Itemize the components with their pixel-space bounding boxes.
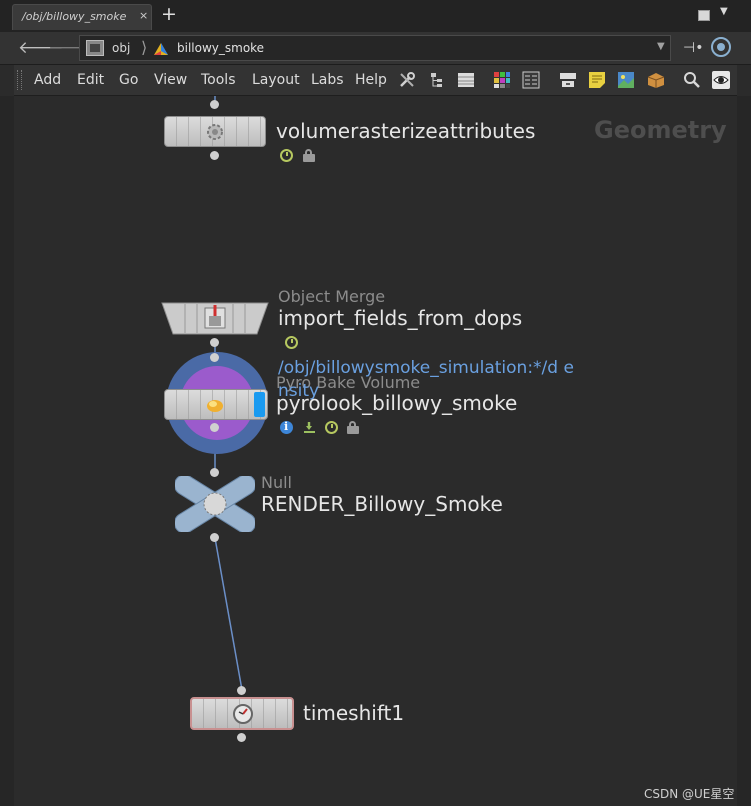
watermark: CSDN @UE星空 (644, 787, 735, 801)
table-icon[interactable] (522, 71, 540, 89)
pin-icon[interactable]: ⊣• (683, 40, 703, 56)
box-icon[interactable] (647, 71, 665, 89)
chevron-down-icon[interactable]: ▼ (720, 6, 728, 17)
node-label-pyrolook-billowy-smoke: pyrolook_billowy_smoke (276, 391, 518, 415)
link-target-icon[interactable] (711, 37, 731, 57)
clock-icon (325, 421, 338, 434)
menu-edit[interactable]: Edit (77, 72, 104, 88)
node-type-object-merge: Object Merge (278, 287, 386, 306)
menu-bar: Add Edit Go View Tools Layout Labs Help (14, 65, 737, 96)
menu-tools[interactable]: Tools (201, 72, 236, 88)
output-connector[interactable] (210, 151, 219, 160)
node-pyrolook-billowy-smoke[interactable] (164, 389, 268, 420)
node-label-volumerasterizeattributes: volumerasterizeattributes (276, 119, 536, 143)
tree-icon[interactable] (428, 71, 446, 89)
node-type-null: Null (261, 473, 292, 492)
clock-dial-icon (233, 704, 253, 724)
chevron-down-icon[interactable]: ▼ (657, 41, 665, 52)
obj-network-icon (86, 40, 104, 56)
breadcrumb-billowy-smoke[interactable]: billowy_smoke (177, 41, 264, 55)
color-grid-icon[interactable] (493, 71, 511, 89)
image-icon[interactable] (617, 71, 635, 89)
wrench-icon[interactable] (398, 71, 416, 89)
bake-icon (303, 421, 316, 434)
clock-icon (285, 336, 298, 349)
tab-label: /obj/billowy_smoke (22, 10, 127, 23)
input-connector[interactable] (237, 686, 246, 695)
magnify-icon[interactable] (683, 71, 701, 89)
node-label-render-billowy-smoke: RENDER_Billowy_Smoke (261, 492, 503, 516)
sticky-note-icon[interactable] (588, 71, 606, 89)
menu-layout[interactable]: Layout (252, 72, 300, 88)
network-path-field[interactable]: obj ⟩ billowy_smoke ▼ (79, 35, 671, 61)
gear-icon (207, 124, 223, 140)
breadcrumb-obj[interactable]: obj (112, 41, 130, 55)
toolbar-grip[interactable] (17, 70, 22, 90)
left-panel-edge (0, 96, 14, 806)
menu-labs[interactable]: Labs (311, 72, 344, 88)
node-import-fields-from-dops[interactable] (161, 302, 269, 335)
add-tab-icon[interactable]: + (161, 3, 177, 25)
node-timeshift1[interactable] (190, 697, 294, 730)
fire-icon (207, 400, 223, 412)
info-icon[interactable] (280, 420, 293, 434)
node-volumerasterizeattributes[interactable] (164, 116, 266, 147)
output-connector[interactable] (210, 533, 219, 542)
node-render-billowy-smoke[interactable] (175, 476, 255, 532)
output-connector[interactable] (210, 423, 219, 432)
window-icon[interactable] (698, 10, 710, 21)
list-icon[interactable] (457, 71, 475, 89)
lock-icon (347, 421, 360, 434)
clock-icon (280, 149, 293, 162)
network-icon[interactable] (559, 71, 577, 89)
geometry-object-icon (154, 43, 168, 55)
output-connector[interactable] (237, 733, 246, 742)
input-connector[interactable] (210, 353, 219, 362)
menu-go[interactable]: Go (119, 72, 138, 88)
input-connector[interactable] (210, 100, 219, 109)
path-bar: 🡐 🡒 obj ⟩ billowy_smoke ▼ ⊣• (0, 32, 751, 65)
output-connector[interactable] (210, 338, 219, 347)
menu-add[interactable]: Add (34, 72, 61, 88)
network-editor[interactable]: Geometry volumerasterizeattributes Objec… (14, 96, 737, 806)
lock-icon (303, 149, 316, 162)
display-flag[interactable] (254, 392, 265, 417)
tab-obj-billowy-smoke[interactable]: /obj/billowy_smoke × (12, 4, 152, 30)
wires (214, 96, 243, 691)
eye-icon[interactable] (712, 71, 730, 89)
node-label-timeshift1: timeshift1 (303, 701, 405, 725)
node-label-import-fields-from-dops: import_fields_from_dops (278, 306, 523, 330)
wire-null-to-timeshift (214, 537, 243, 691)
breadcrumb-separator-icon: ⟩ (141, 38, 148, 57)
close-icon[interactable]: × (139, 9, 148, 22)
tab-bar: /obj/billowy_smoke × + ▼ (0, 0, 751, 33)
right-panel-edge (737, 96, 751, 806)
menu-view[interactable]: View (154, 72, 187, 88)
menu-help[interactable]: Help (355, 72, 387, 88)
